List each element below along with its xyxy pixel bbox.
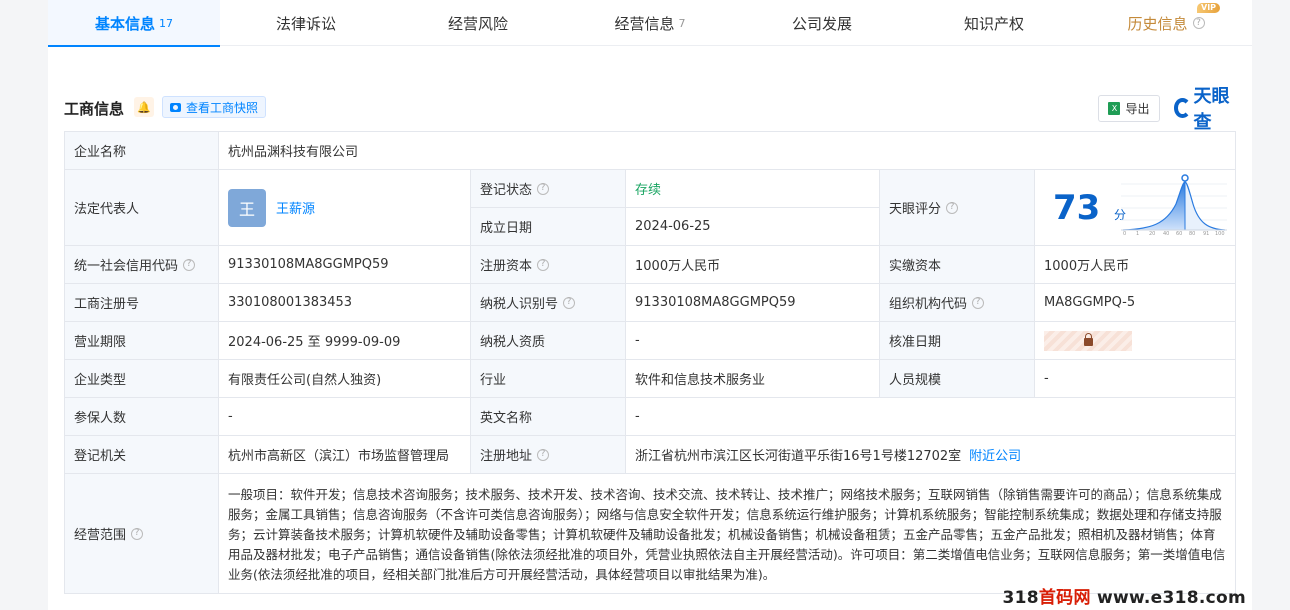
label-company-name: 企业名称 [65,132,219,170]
label-scope: 经营范围? [65,474,219,594]
locked-value[interactable] [1044,330,1132,351]
en-name-value: - [626,398,1236,436]
section-title: 工商信息 [64,100,125,118]
legal-rep-cell: 王 王薪源 [219,170,471,246]
tab-risk[interactable]: 经营风险 [392,0,564,46]
help-icon[interactable]: ? [537,182,550,195]
label-industry: 行业 [471,360,626,398]
tab-basic-info[interactable]: 基本信息 17 [48,0,220,47]
status-value: 存续 [626,170,880,208]
label-approve-date: 核准日期 [880,322,1035,360]
taxpayer-id-value: 91330108MA8GGMPQ59 [626,284,880,322]
label-term: 营业期限 [65,322,219,360]
paid-capital-value: 1000万人民币 [1035,246,1236,284]
tab-bar: 基本信息 17 法律诉讼 经营风险 经营信息 7 公司发展 知识产权 历史信息? VI… [48,0,1252,47]
help-icon[interactable]: ? [131,527,144,540]
vip-badge: VIP [1197,3,1221,13]
watermark: 318首码网 www.e318.com [1002,588,1246,608]
help-icon[interactable]: ? [563,296,576,309]
help-icon[interactable]: ? [946,201,959,214]
label-taxpayer-id: 纳税人识别号? [471,284,626,322]
help-icon[interactable]: ? [972,296,985,309]
label-en-name: 英文名称 [471,398,626,436]
legal-rep-link[interactable]: 王薪源 [276,198,315,217]
nearby-companies-link[interactable]: 附近公司 [969,445,1021,464]
term-value: 2024-06-25 至 9999-09-09 [219,322,471,360]
view-snapshot-button[interactable]: 查看工商快照 [162,96,267,118]
export-button[interactable]: X 导出 [1098,95,1160,122]
company-name: 杭州品渊科技有限公司 [219,132,1236,170]
label-reg-no: 工商注册号 [65,284,219,322]
reg-capital-value: 1000万人民币 [626,246,880,284]
tab-count: 17 [159,16,173,30]
address-cell: 浙江省杭州市滨江区长河街道平乐街16号1号楼12702室 附近公司 [626,436,1236,474]
score-value: 73 [1053,188,1101,228]
label-staff: 人员规模 [880,360,1035,398]
tab-count: 7 [678,16,686,30]
address-value: 浙江省杭州市滨江区长河街道平乐街16号1号楼12702室 [635,449,962,464]
scope-value: 一般项目：软件开发；信息技术咨询服务；技术服务、技术开发、技术咨询、技术交流、技… [219,474,1236,594]
label-taxpayer-qual: 纳税人资质 [471,322,626,360]
tab-history[interactable]: 历史信息? VIP [1080,0,1252,46]
tianyancha-logo-icon [1174,98,1192,118]
tab-operation[interactable]: 经营信息 7 [564,0,736,46]
tab-ip[interactable]: 知识产权 [908,0,1080,46]
tab-development[interactable]: 公司发展 [736,0,908,46]
tab-legal[interactable]: 法律诉讼 [220,0,392,46]
business-info-table: 企业名称 杭州品渊科技有限公司 法定代表人 王 王薪源 登记状态? 存续 成立日… [64,131,1236,594]
credit-code-value: 91330108MA8GGMPQ59 [219,246,471,284]
lock-icon [1083,333,1093,346]
label-legal-rep: 法定代表人 [65,170,219,246]
label-address: 注册地址? [471,436,626,474]
label-paid-capital: 实缴资本 [880,246,1035,284]
label-authority: 登记机关 [65,436,219,474]
label-score: 天眼评分? [880,170,1035,246]
industry-value: 软件和信息技术服务业 [626,360,880,398]
bell-icon[interactable]: 🔔 [134,97,154,117]
score-axis: 0 1 20 40 60 80 91 100 [1123,231,1225,237]
help-icon[interactable]: ? [537,448,550,461]
label-reg-capital: 注册资本? [471,246,626,284]
staff-value: - [1035,360,1236,398]
brand-logo: 天眼查 [1174,86,1236,133]
help-icon[interactable]: ? [183,258,196,271]
label-type: 企业类型 [65,360,219,398]
founded-value: 2024-06-25 [626,208,880,246]
label-founded: 成立日期 [471,208,626,246]
label-status: 登记状态? [471,170,626,208]
help-icon[interactable]: ? [1192,17,1205,29]
type-value: 有限责任公司(自然人独资) [219,360,471,398]
excel-icon: X [1108,102,1121,115]
section-header: 工商信息 🔔 查看工商快照 X 导出 天眼查 [64,86,1236,133]
label-org-code: 组织机构代码? [880,284,1035,322]
org-code-value: MA8GGMPQ-5 [1035,284,1236,322]
label-insured: 参保人数 [65,398,219,436]
insured-value: - [219,398,471,436]
page: 基本信息 17 法律诉讼 经营风险 经营信息 7 公司发展 知识产权 历史信息? VI… [48,0,1252,610]
approve-date-cell [1035,322,1236,360]
score-cell: 73 分 0 1 20 40 60 80 91 100 [1035,170,1236,246]
authority-value: 杭州市高新区（滨江）市场监督管理局 [219,436,471,474]
help-icon[interactable]: ? [537,258,550,271]
camera-icon [170,102,181,112]
taxpayer-qual-value: - [626,322,880,360]
reg-no-value: 330108001383453 [219,284,471,322]
label-credit-code: 统一社会信用代码? [65,246,219,284]
avatar: 王 [228,188,266,227]
